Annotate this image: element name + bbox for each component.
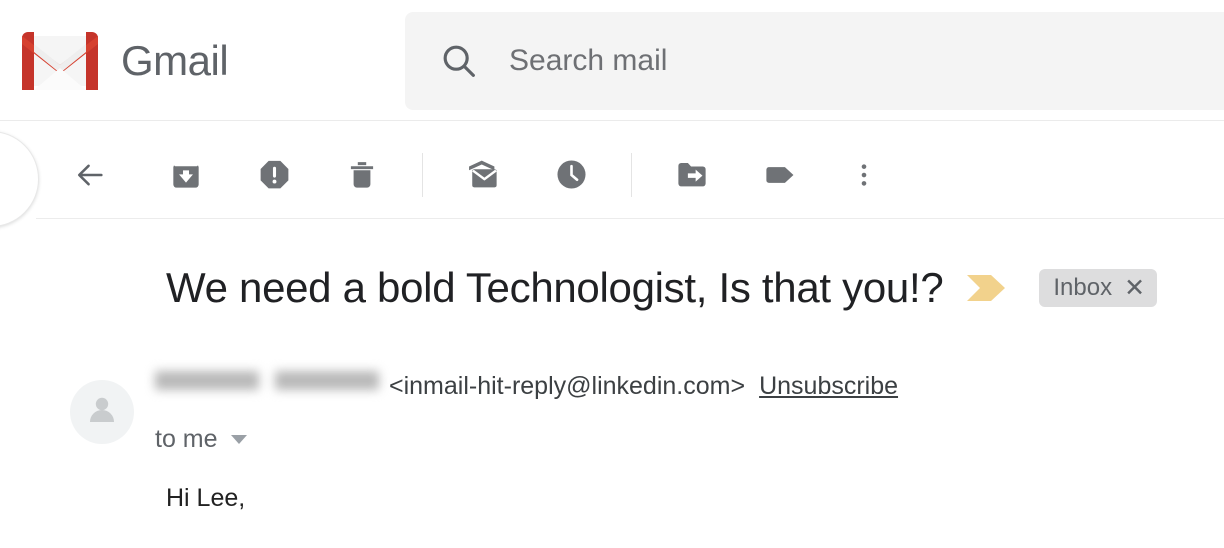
recipient-label: to me [155,425,218,453]
message-body: Hi Lee, [166,484,246,512]
arrow-left-icon [73,158,107,192]
subject-row: We need a bold Technologist, Is that you… [166,258,1158,318]
sender-last-name-redacted [275,371,379,390]
gmail-envelope-m-icon [22,32,98,90]
trash-icon [344,157,380,193]
clock-icon [553,156,590,193]
archive-button[interactable] [162,151,210,199]
search-icon [439,41,479,81]
move-to-button[interactable] [668,151,716,199]
close-icon[interactable]: ✕ [1124,275,1145,301]
more-button[interactable] [840,151,888,199]
snooze-button[interactable] [547,151,595,199]
message-toolbar [0,131,1224,218]
recipient-details-toggle[interactable]: to me [155,427,247,452]
person-avatar-icon [83,391,121,434]
report-spam-button[interactable] [250,151,298,199]
envelope-open-icon [464,156,502,194]
sender-line: <inmail-hit-reply@linkedin.com> Unsubscr… [155,371,1155,410]
importance-chevron-icon[interactable] [965,271,1009,305]
chevron-down-icon[interactable] [230,435,247,444]
brand-name-label: Gmail [121,37,229,84]
label-chip-label: Inbox [1053,274,1113,301]
mark-unread-button[interactable] [459,151,507,199]
sender-details: <inmail-hit-reply@linkedin.com> Unsubscr… [155,371,1155,452]
folder-arrow-icon [673,156,711,194]
back-button[interactable] [66,151,114,199]
avatar[interactable] [70,380,134,444]
delete-button[interactable] [338,151,386,199]
more-vertical-icon [849,158,879,192]
label-chip-inbox[interactable]: Inbox ✕ [1039,269,1158,307]
toolbar-divider [422,152,423,197]
sender-first-name-redacted [155,371,259,390]
search-input[interactable] [509,38,1149,84]
gmail-brand[interactable]: Gmail [22,27,229,95]
toolbar-divider [631,152,632,197]
archive-icon [167,156,205,194]
search-bar[interactable] [405,12,1224,110]
sender-email: <inmail-hit-reply@linkedin.com> [389,372,746,400]
report-spam-icon [256,156,293,193]
toolbar-separator [36,218,1224,219]
tag-icon [761,156,799,194]
subject-title: We need a bold Technologist, Is that you… [166,263,944,311]
labels-button[interactable] [756,151,804,199]
app-header: Gmail [0,0,1224,121]
unsubscribe-link[interactable]: Unsubscribe [759,374,898,399]
